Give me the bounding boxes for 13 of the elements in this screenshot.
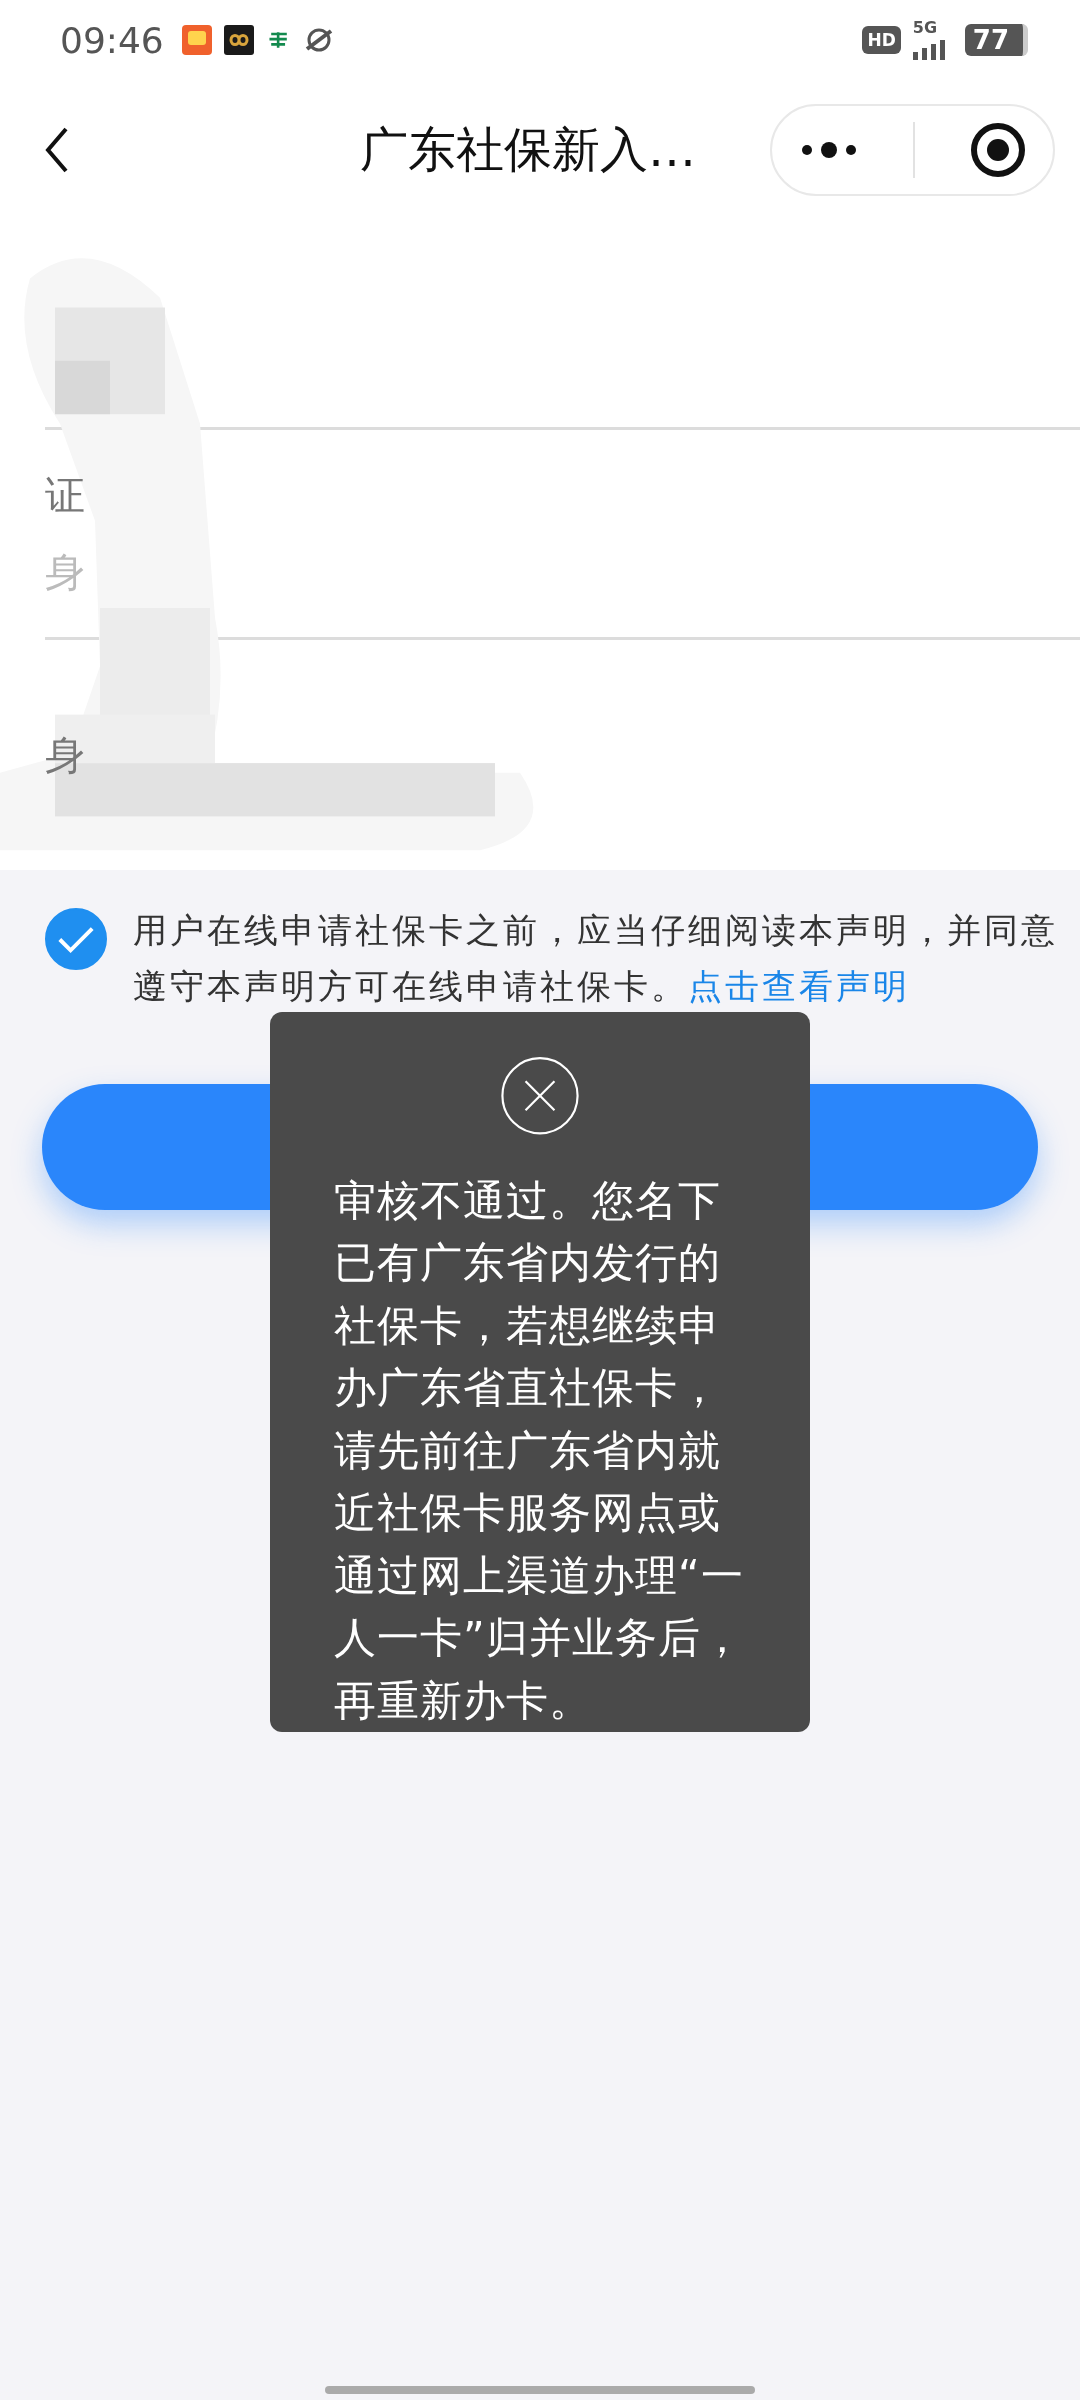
hd-badge: HD xyxy=(862,26,901,54)
page-title: 广东社保新入… xyxy=(360,120,696,179)
field-label: 证 xyxy=(45,470,85,520)
agreement-text: 用户在线申请社保卡之前，应当仔细阅读本声明，并同意遵守本声明方可在线申请社保卡。点击查看声明 xyxy=(133,909,1059,1008)
app-icon xyxy=(223,25,254,55)
field-placeholder[interactable]: 身 xyxy=(45,544,85,600)
field-label: 身 xyxy=(45,730,85,780)
signal-indicator: 5G xyxy=(912,20,953,60)
battery-indicator: 77 xyxy=(964,24,1028,56)
view-statement-link[interactable]: 点击查看声明 xyxy=(688,966,910,1006)
app-icon xyxy=(181,25,212,55)
status-time: 09:46 xyxy=(60,19,164,61)
toast-message: 审核不通过。您名下已有广东省内发行的社保卡，若想继续申办广东省直社保卡，请先前往广东省内就近社保卡服务网点或通过网上渠道办理“一人一卡”归并业务后，再重新办卡。 xyxy=(334,1174,745,1727)
